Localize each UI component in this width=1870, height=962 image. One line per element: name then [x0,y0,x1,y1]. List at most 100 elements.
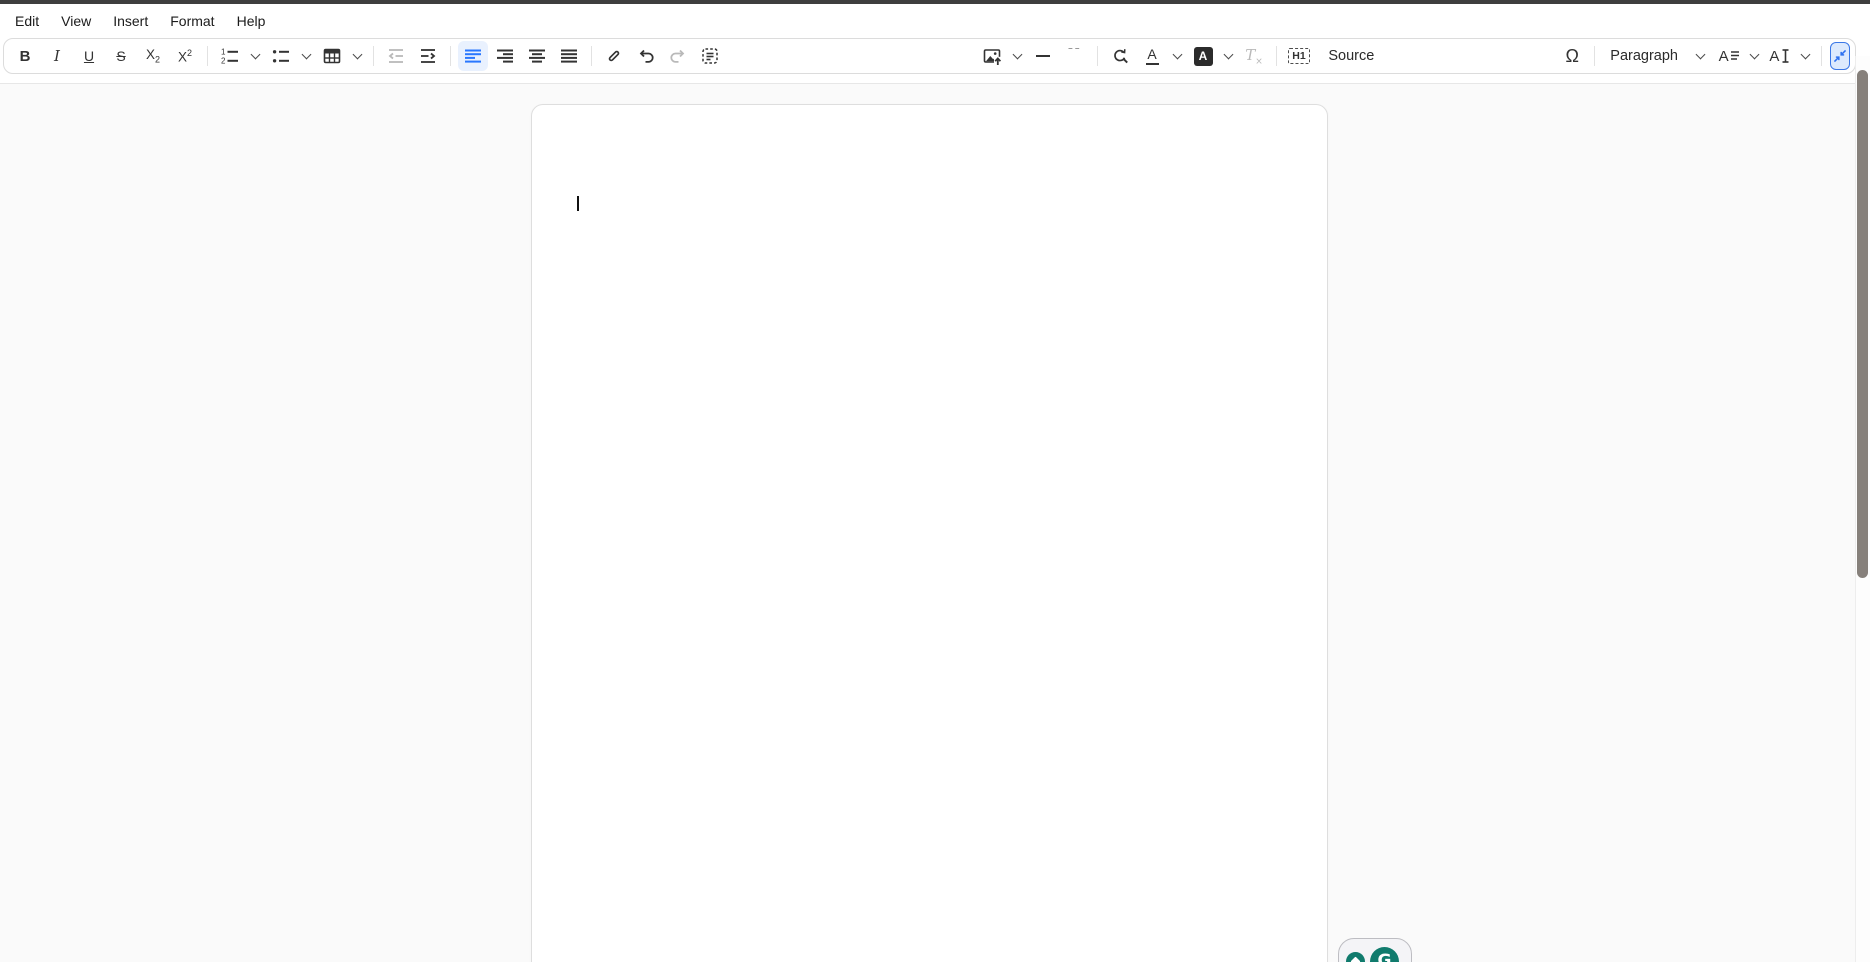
block-quote-button[interactable]: “ [1060,41,1090,71]
menu-edit[interactable]: Edit [4,8,50,34]
indent-button[interactable] [413,41,443,71]
editor-content-area: G [0,84,1855,962]
toolbar-separator [207,46,208,66]
strikethrough-icon: S [116,48,125,64]
toolbar-separator [450,46,451,66]
formatting-toolbar: B I U S X2 X2 1 2 [3,38,1856,74]
menu-format[interactable]: Format [159,8,225,34]
source-editing-button[interactable]: Source [1316,41,1380,71]
block-quote-icon: “ [1066,48,1083,64]
toolbar-separator [1821,46,1822,66]
menu-view[interactable]: View [50,8,102,34]
horizontal-line-button[interactable] [1028,41,1058,71]
redo-button[interactable] [663,41,693,71]
insert-image-button[interactable] [977,41,1007,71]
underline-icon: U [84,48,94,64]
font-background-color-button[interactable]: A [1188,41,1218,71]
ai-assistant-dropdown[interactable] [1797,41,1814,71]
align-right-button[interactable] [490,41,520,71]
numbered-list-button[interactable]: 1 2 [215,41,245,71]
outdent-button[interactable] [381,41,411,71]
exit-fullscreen-icon [1831,47,1849,65]
svg-text:2: 2 [221,57,226,66]
font-size-button[interactable]: A [1714,41,1744,71]
sparkle-badge [1346,952,1365,962]
table-icon [322,46,342,66]
italic-button[interactable]: I [42,41,72,71]
align-center-button[interactable] [522,41,552,71]
outdent-icon [386,46,406,66]
font-color-icon: A [1146,47,1159,65]
paragraph-style-value: Paragraph [1610,48,1678,64]
italic-icon: I [54,47,60,65]
chevron-down-icon [1173,49,1183,59]
chevron-down-icon [1800,49,1810,59]
menu-insert[interactable]: Insert [102,8,159,34]
select-all-icon [700,46,720,66]
indent-icon [418,46,438,66]
menu-help[interactable]: Help [226,8,277,34]
text-caret [577,196,579,211]
bulleted-list-dropdown[interactable] [298,41,315,71]
superscript-icon: X2 [178,48,192,65]
paragraph-style-dropdown[interactable]: Paragraph [1601,41,1712,71]
insert-table-button[interactable] [317,41,347,71]
insert-image-dropdown[interactable] [1009,41,1026,71]
heading-h1-button[interactable]: H1 [1284,41,1314,71]
ai-icon: A [1769,48,1780,65]
remove-format-icon: T× [1245,46,1263,67]
numbered-list-dropdown[interactable] [247,41,264,71]
font-color-dropdown[interactable] [1169,41,1186,71]
bulleted-list-button[interactable] [266,41,296,71]
image-upload-icon [982,46,1002,66]
superscript-button[interactable]: X2 [170,41,200,71]
chevron-down-icon [302,49,312,59]
chevron-down-icon [251,49,261,59]
fullscreen-toggle-button[interactable] [1830,42,1850,70]
subscript-button[interactable]: X2 [138,41,168,71]
undo-button[interactable] [631,41,661,71]
toolbar-separator [1276,46,1277,66]
align-center-icon [527,46,547,66]
font-background-color-icon: A [1194,47,1213,66]
link-icon [604,46,624,66]
align-justify-icon [559,46,579,66]
align-right-icon [495,46,515,66]
special-characters-button[interactable]: Ω [1557,41,1587,71]
source-label: Source [1328,48,1374,64]
vertical-scrollbar-thumb[interactable] [1857,70,1868,578]
numbered-list-icon: 1 2 [220,46,240,66]
undo-icon [636,46,656,66]
redo-icon [668,46,688,66]
omega-icon: Ω [1566,46,1579,67]
bold-icon: B [20,48,31,65]
table-dropdown[interactable] [349,41,366,71]
font-color-button[interactable]: A [1137,41,1167,71]
grammarly-widget[interactable]: G [1338,938,1412,962]
ai-ibeam-icon [1781,48,1790,64]
underline-button[interactable]: U [74,41,104,71]
chevron-down-icon [1013,49,1023,59]
toolbar-separator [1594,46,1595,66]
chevron-down-icon [1695,49,1705,59]
align-justify-button[interactable] [554,41,584,71]
link-button[interactable] [599,41,629,71]
font-background-color-dropdown[interactable] [1220,41,1237,71]
strikethrough-button[interactable]: S [106,41,136,71]
chevron-down-icon [353,49,363,59]
editor-app: Edit View Insert Format Help B I U S X2 … [0,0,1870,962]
select-all-button[interactable] [695,41,725,71]
find-replace-button[interactable] [1105,41,1135,71]
align-left-icon [463,46,483,66]
menu-bar: Edit View Insert Format Help [0,4,1870,38]
document-page[interactable] [531,104,1328,962]
diamond-icon [1351,956,1361,962]
align-left-button[interactable] [458,41,488,71]
toolbar-separator [1097,46,1098,66]
grammarly-g-icon: G [1370,947,1399,962]
remove-format-button[interactable]: T× [1239,41,1269,71]
bold-button[interactable]: B [10,41,40,71]
ai-assistant-button[interactable]: A [1765,41,1795,71]
toolbar-separator [373,46,374,66]
font-size-dropdown[interactable] [1746,41,1763,71]
